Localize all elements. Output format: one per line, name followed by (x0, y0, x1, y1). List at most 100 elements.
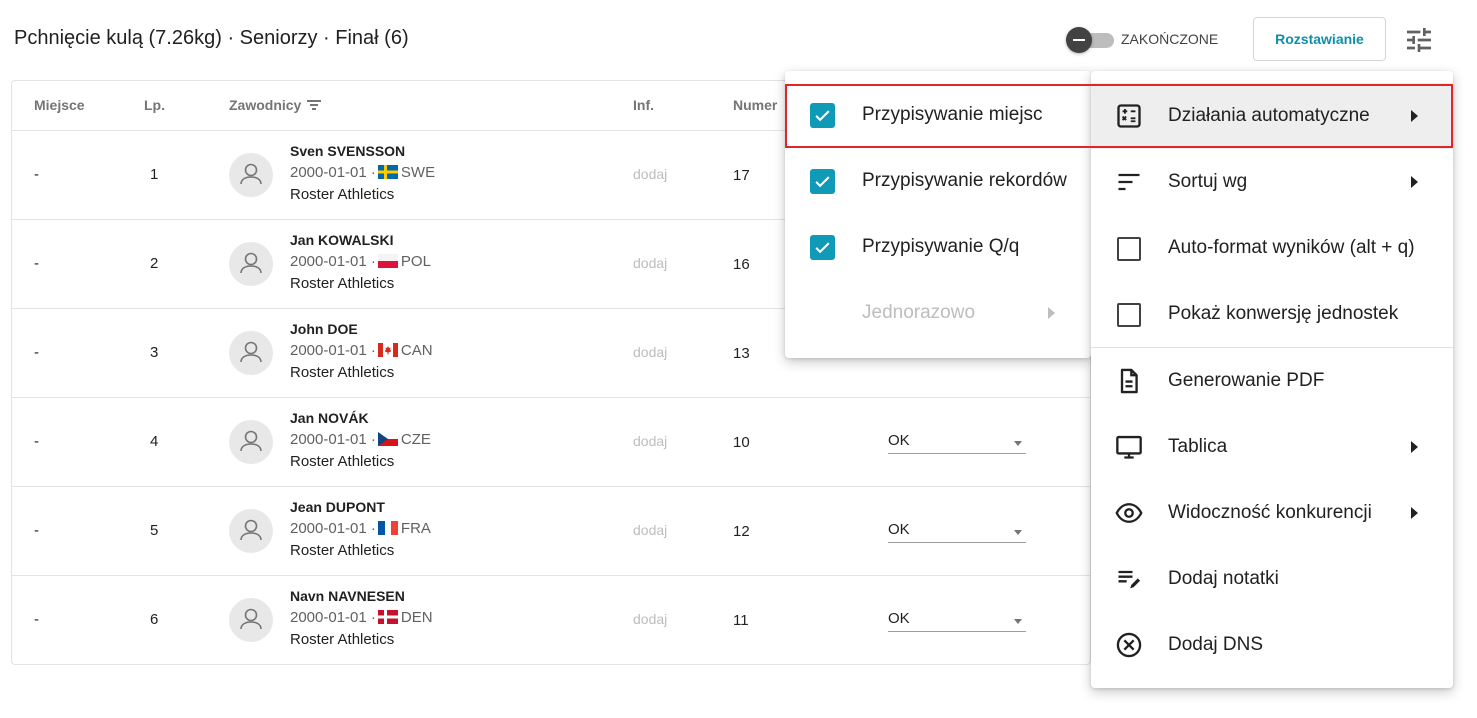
checkbox-checked-icon[interactable] (810, 169, 835, 194)
settings-sliders-icon[interactable] (1403, 24, 1435, 56)
add-info-link[interactable]: dodaj (633, 433, 667, 449)
bib-number: 16 (733, 256, 750, 273)
submenu-item-assign-places[interactable]: Przypisywanie miejsc (785, 82, 1091, 148)
checkbox-icon[interactable] (1117, 237, 1141, 261)
athlete-dob: 2000-01-01 · (290, 520, 376, 537)
table-row[interactable]: - 6 Navn NAVNESEN 2000-01-01 · DEN Roster… (12, 575, 1091, 664)
athlete-club: Roster Athletics (290, 275, 395, 292)
place-cell: - (34, 611, 39, 628)
checkbox-icon[interactable] (1117, 303, 1141, 327)
flag-swe-icon (377, 165, 398, 179)
menu-label: Widoczność konkurencji (1168, 502, 1372, 523)
menu-label: Działania automatyczne (1168, 105, 1370, 126)
avatar (229, 598, 273, 642)
place-cell: - (34, 522, 39, 539)
menu-label: Dodaj notatki (1168, 568, 1279, 589)
athlete-country: CAN (400, 342, 433, 359)
dropdown-arrow-icon (1014, 441, 1022, 446)
menu-item-add-notes[interactable]: Dodaj notatki (1091, 546, 1453, 612)
add-info-link[interactable]: dodaj (633, 611, 667, 627)
menu-label: Dodaj DNS (1168, 634, 1264, 655)
add-info-link[interactable]: dodaj (633, 255, 667, 271)
column-header-inf[interactable]: Inf. (633, 97, 654, 113)
athlete-dob: 2000-01-01 · (290, 342, 376, 359)
lp-cell: 3 (150, 344, 159, 361)
dropdown-arrow-icon (1014, 619, 1022, 624)
checkbox-checked-icon[interactable] (810, 103, 835, 128)
menu-item-event-visibility[interactable]: Widoczność konkurencji (1091, 480, 1453, 546)
athlete-country: POL (400, 253, 431, 270)
flag-fra-icon (377, 521, 398, 535)
sort-icon (1118, 173, 1140, 191)
submenu-arrow-icon (1411, 441, 1418, 453)
cancel-circle-icon (1116, 632, 1142, 658)
menu-label: Auto-format wyników (alt + q) (1168, 237, 1415, 258)
lp-cell: 4 (150, 433, 159, 450)
edit-notes-icon (1118, 570, 1141, 589)
athlete-name[interactable]: Navn NAVNESEN (290, 588, 405, 604)
dropdown-arrow-icon (1014, 530, 1022, 535)
athlete-country: FRA (400, 520, 431, 537)
place-cell: - (34, 166, 39, 183)
submenu-label: Przypisywanie miejsc (862, 104, 1043, 125)
avatar (229, 242, 273, 286)
athlete-club: Roster Athletics (290, 186, 395, 203)
status-value: OK (888, 521, 910, 538)
status-value: OK (888, 432, 910, 449)
menu-item-sort-by[interactable]: Sortuj wg (1091, 149, 1453, 215)
menu-item-automatic-actions[interactable]: Działania automatyczne (1091, 83, 1453, 149)
athlete-dob: 2000-01-01 · (290, 164, 376, 181)
finished-toggle[interactable] (1066, 27, 1116, 53)
automatic-actions-submenu: Przypisywanie miejsc Przypisywanie rekor… (785, 71, 1091, 358)
submenu-arrow-icon (1048, 307, 1055, 319)
athlete-club: Roster Athletics (290, 542, 395, 559)
add-info-link[interactable]: dodaj (633, 166, 667, 182)
menu-item-generate-pdf[interactable]: Generowanie PDF (1091, 348, 1453, 414)
eye-icon (1115, 503, 1143, 523)
status-select[interactable]: OK (888, 610, 1026, 632)
document-icon (1120, 368, 1138, 394)
menu-item-board[interactable]: Tablica (1091, 414, 1453, 480)
column-header-lp[interactable]: Lp. (144, 97, 165, 113)
status-select[interactable]: OK (888, 521, 1026, 543)
table-row[interactable]: - 4 Jan NOVÁK 2000-01-01 · CZE Roster Ath… (12, 397, 1091, 486)
finished-toggle-label: ZAKOŃCZONE (1121, 31, 1219, 47)
submenu-label: Przypisywanie Q/q (862, 236, 1020, 257)
lp-cell: 5 (150, 522, 159, 539)
athlete-name[interactable]: Sven SVENSSON (290, 143, 405, 159)
athlete-name[interactable]: Jan KOWALSKI (290, 232, 393, 248)
athlete-club: Roster Athletics (290, 364, 395, 381)
add-info-link[interactable]: dodaj (633, 344, 667, 360)
submenu-label: Jednorazowo (862, 302, 976, 323)
submenu-item-assign-records[interactable]: Przypisywanie rekordów (785, 148, 1091, 214)
menu-item-auto-format[interactable]: Auto-format wyników (alt + q) (1091, 215, 1453, 281)
table-row[interactable]: - 5 Jean DUPONT 2000-01-01 · FRA Roster A… (12, 486, 1091, 575)
submenu-item-one-time: Jednorazowo (785, 280, 1091, 346)
athlete-name[interactable]: Jan NOVÁK (290, 410, 369, 426)
athlete-name[interactable]: John DOE (290, 321, 358, 337)
menu-item-unit-conversion[interactable]: Pokaż konwersję jednostek (1091, 281, 1453, 347)
page-title: Pchnięcie kulą (7.26kg) · Seniorzy · Fin… (14, 27, 409, 49)
checkbox-checked-icon[interactable] (810, 235, 835, 260)
athlete-meta: 2000-01-01 · DEN (290, 609, 433, 626)
submenu-label: Przypisywanie rekordów (862, 170, 1067, 191)
lp-cell: 2 (150, 255, 159, 272)
flag-cze-icon (377, 432, 398, 446)
column-header-number[interactable]: Numer (733, 97, 777, 113)
menu-label: Tablica (1168, 436, 1228, 457)
column-header-athletes[interactable]: Zawodnicy (229, 97, 301, 113)
athlete-country: SWE (400, 164, 436, 181)
athlete-name[interactable]: Jean DUPONT (290, 499, 385, 515)
bib-number: 17 (733, 167, 750, 184)
column-header-place[interactable]: Miejsce (34, 97, 85, 113)
add-info-link[interactable]: dodaj (633, 522, 667, 538)
filter-icon[interactable] (306, 98, 322, 112)
athlete-club: Roster Athletics (290, 631, 395, 648)
seeding-button[interactable]: Rozstawianie (1253, 17, 1386, 61)
place-cell: - (34, 255, 39, 272)
status-select[interactable]: OK (888, 432, 1026, 454)
submenu-item-assign-qualification[interactable]: Przypisywanie Q/q (785, 214, 1091, 280)
place-cell: - (34, 433, 39, 450)
athlete-dob: 2000-01-01 · (290, 431, 376, 448)
menu-item-add-dns[interactable]: Dodaj DNS (1091, 612, 1453, 678)
